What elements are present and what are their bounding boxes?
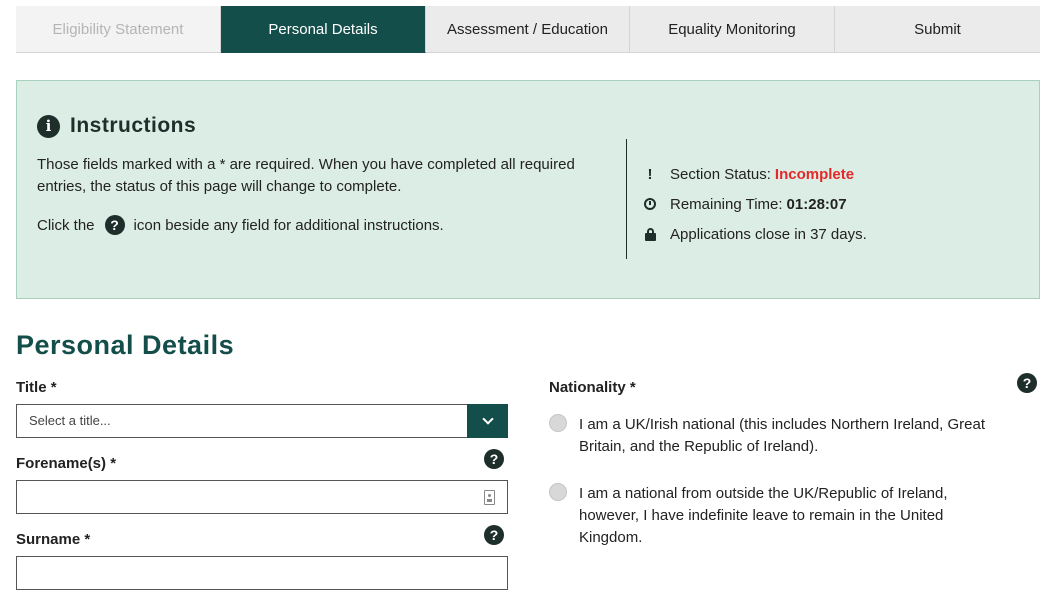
title-select-value: Select a title...	[29, 413, 111, 428]
remaining-time-value: 01:28:07	[786, 195, 847, 213]
nationality-ilr-label[interactable]: I am a national from outside the UK/Repu…	[579, 483, 999, 549]
nationality-help-icon[interactable]: ?	[1017, 373, 1037, 393]
remaining-time-row: Remaining Time: 01:28:07	[643, 189, 867, 219]
tab-eligibility-statement[interactable]: Eligibility Statement	[16, 6, 221, 53]
forename-help-icon[interactable]: ?	[484, 449, 504, 469]
nationality-ilr-radio[interactable]	[549, 483, 567, 501]
tab-personal-details[interactable]: Personal Details	[221, 6, 426, 53]
title-label: Title *	[16, 379, 57, 396]
surname-label: Surname *	[16, 531, 91, 548]
chevron-down-icon	[481, 413, 494, 425]
surname-field[interactable]	[16, 556, 508, 590]
lock-icon	[644, 227, 656, 241]
title-select-toggle[interactable]	[467, 404, 508, 438]
close-notice: Applications close in 37 days.	[670, 225, 867, 243]
tab-equality-monitoring[interactable]: Equality Monitoring	[630, 6, 835, 53]
info-circle-icon: i	[37, 114, 60, 138]
instructions-header: i Instructions	[37, 114, 196, 138]
exclamation-icon: !	[647, 165, 653, 183]
step-tabs: Eligibility Statement Personal Details A…	[16, 6, 1040, 53]
tab-assessment-education[interactable]: Assessment / Education	[426, 6, 630, 53]
page-title: Personal Details	[16, 330, 235, 360]
close-notice-row: Applications close in 37 days.	[643, 219, 867, 249]
surname-help-icon[interactable]: ?	[484, 525, 504, 545]
forename-label: Forename(s) *	[16, 455, 117, 472]
section-status-row: ! Section Status: Incomplete	[643, 159, 867, 189]
contact-card-icon	[484, 490, 495, 505]
forename-field[interactable]	[16, 480, 508, 514]
tab-submit[interactable]: Submit	[835, 6, 1040, 53]
instructions-help-text-before: Click the	[37, 216, 95, 234]
nationality-label: Nationality *	[549, 379, 636, 396]
section-status-value: Incomplete	[774, 165, 855, 183]
instructions-help-text: Click the ? icon beside any field for ad…	[37, 215, 444, 235]
question-circle-icon: ?	[104, 215, 125, 235]
nationality-uk-irish-label[interactable]: I am a UK/Irish national (this includes …	[579, 414, 1019, 458]
instructions-panel: i Instructions Those fields marked with …	[16, 80, 1040, 299]
section-status-label: Section Status:	[670, 165, 771, 183]
remaining-time-label: Remaining Time:	[670, 195, 783, 213]
instructions-title: Instructions	[70, 114, 197, 137]
nationality-uk-irish-radio[interactable]	[549, 414, 567, 432]
instructions-help-text-after: icon beside any field for additional ins…	[133, 216, 444, 234]
title-select[interactable]: Select a title...	[16, 404, 508, 438]
panel-divider	[626, 139, 627, 259]
application-status: ! Section Status: Incomplete Remaining T…	[643, 159, 867, 249]
clock-icon	[644, 198, 656, 210]
instructions-required-text: Those fields marked with a * are require…	[37, 156, 575, 195]
